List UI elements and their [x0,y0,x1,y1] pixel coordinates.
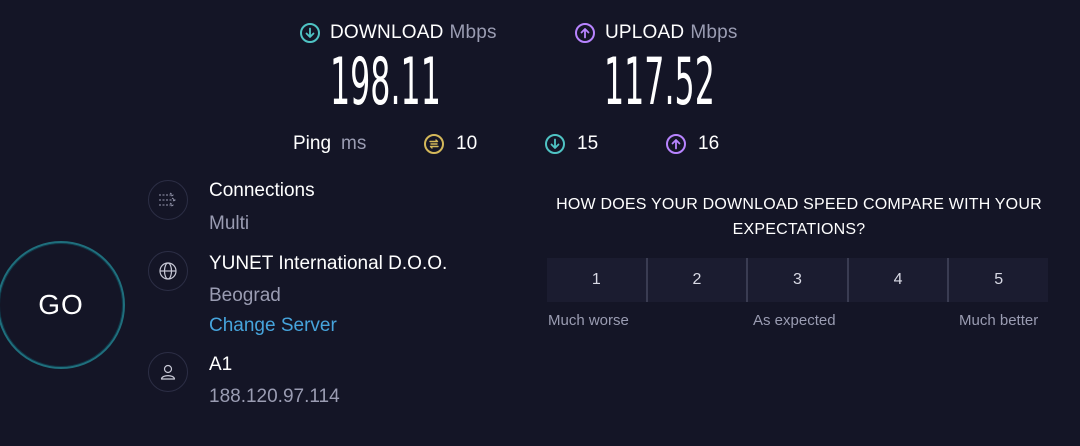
download-header: DOWNLOAD Mbps [300,22,497,44]
upload-unit: Mbps [690,22,738,43]
ping-label: Ping [293,133,332,154]
user-icon [148,352,188,392]
provider-ip: 188.120.97.114 [209,386,340,407]
rating-option-5[interactable]: 5 [949,258,1048,302]
ping-unit: ms [341,133,367,154]
ping-download-value: 15 [577,133,599,154]
connections-value[interactable]: Multi [209,213,249,235]
ping-label-group: Ping ms [293,133,366,155]
upload-header: UPLOAD Mbps [575,22,738,44]
rating-caption-low: Much worse [548,312,629,329]
ping-upload-value: 16 [698,133,720,154]
change-server-link[interactable]: Change Server [209,315,337,337]
server-location: Beograd [209,285,281,306]
ping-upload-icon [666,134,686,154]
ping-download: 15 [545,133,598,155]
rating-caption-mid: As expected [753,312,836,329]
ping-download-icon [545,134,565,154]
arrow-down-circle-icon [300,23,320,43]
download-unit: Mbps [449,22,497,43]
rating-option-1[interactable]: 1 [547,258,648,302]
ping-upload: 16 [666,133,719,155]
rating-option-4[interactable]: 4 [848,258,950,302]
upload-value: 117.52 [604,44,715,121]
upload-label: UPLOAD [605,22,685,43]
survey-question: HOW DOES YOUR DOWNLOAD SPEED COMPARE WIT… [556,196,1042,238]
rating-caption-high: Much better [959,312,1039,329]
provider-name: A1 [209,354,233,375]
server-name: YUNET International D.O.O. [209,253,448,274]
go-button[interactable]: GO [0,241,125,369]
connections-title: Connections [209,180,315,201]
globe-icon [148,251,188,291]
arrow-up-circle-icon [575,23,595,43]
ping-idle-icon [424,134,444,154]
connections-icon [148,180,188,220]
rating-bar: 1 2 3 4 5 [547,258,1048,302]
ping-idle: 10 [424,133,477,155]
rating-option-3[interactable]: 3 [748,258,849,302]
download-value: 198.11 [330,44,441,121]
rating-option-2[interactable]: 2 [647,258,749,302]
download-label: DOWNLOAD [330,22,444,43]
ping-idle-value: 10 [456,133,478,154]
